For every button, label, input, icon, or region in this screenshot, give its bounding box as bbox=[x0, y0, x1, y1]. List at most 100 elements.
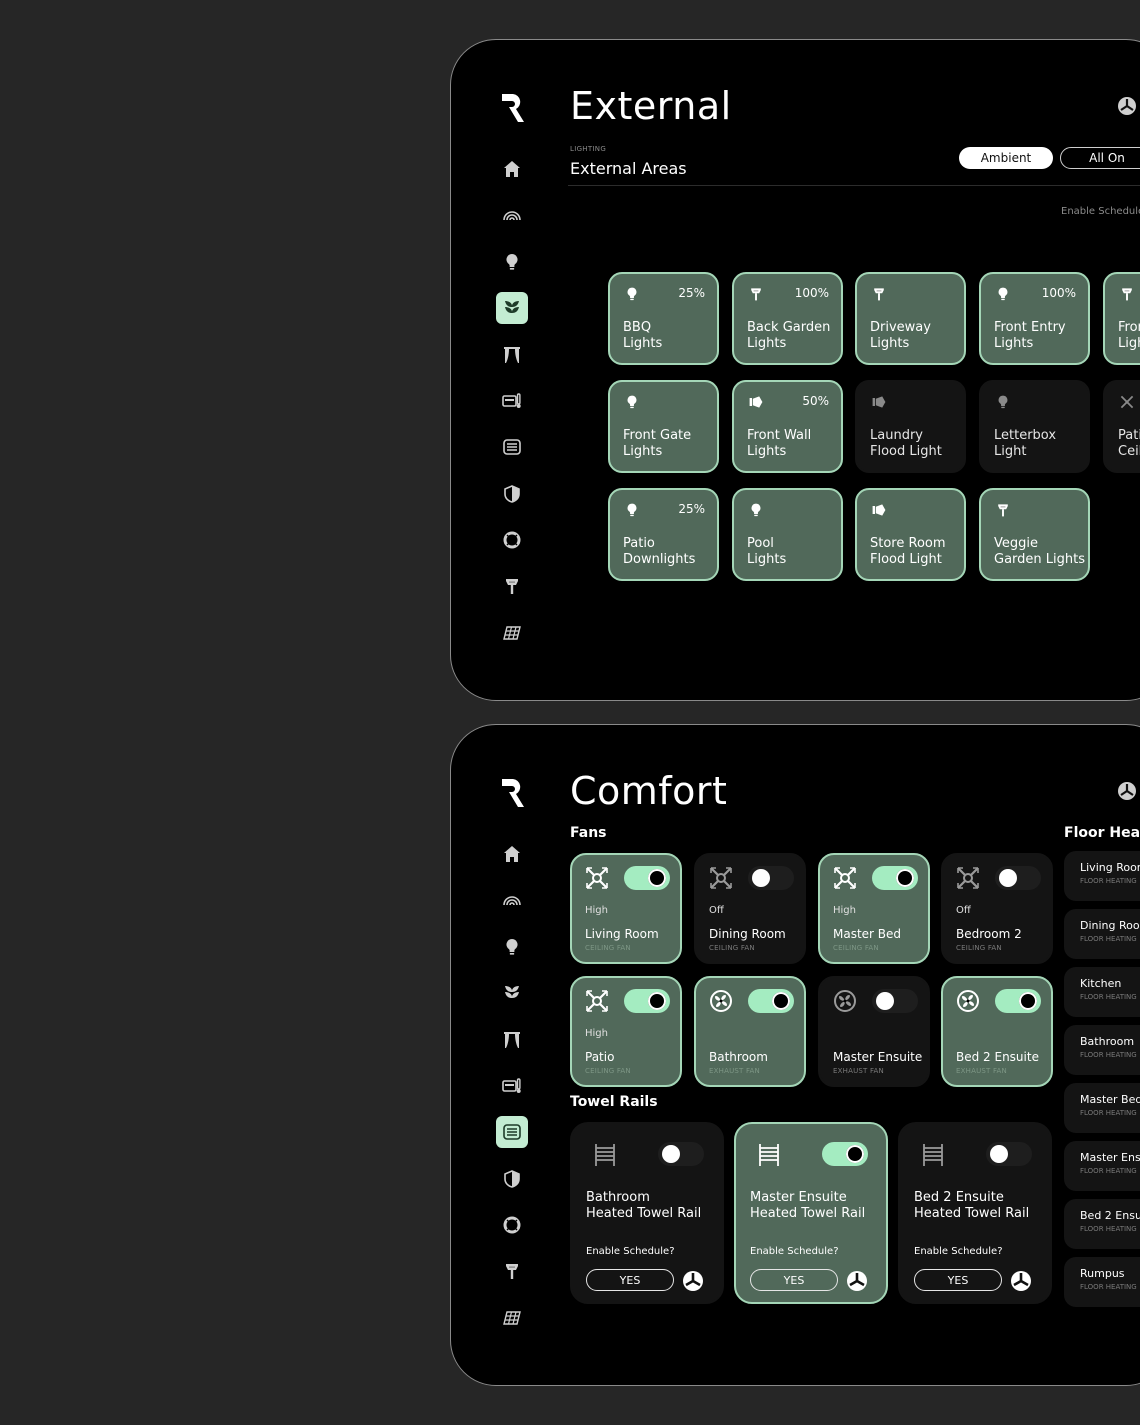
fan-card[interactable]: Off Bedroom 2 CEILING FAN bbox=[941, 853, 1053, 964]
floor-heating-card[interactable]: Rumpus FLOOR HEATING bbox=[1064, 1257, 1140, 1307]
floor-heating-type: FLOOR HEATING bbox=[1080, 1051, 1137, 1059]
floor-heating-card[interactable]: Master Ensu FLOOR HEATING bbox=[1064, 1141, 1140, 1191]
nav-security[interactable] bbox=[496, 1163, 528, 1195]
towel-rail-card[interactable]: Bathroom Heated Towel Rail Enable Schedul… bbox=[570, 1122, 724, 1304]
yes-button[interactable]: YES bbox=[750, 1269, 838, 1291]
fan-toggle[interactable] bbox=[624, 866, 670, 890]
fan-card[interactable]: Master Ensuite EXHAUST FAN bbox=[818, 976, 930, 1087]
nav-lighting[interactable] bbox=[496, 931, 528, 963]
towel-rail-icon bbox=[920, 1142, 946, 1168]
home-icon bbox=[502, 844, 522, 864]
light-name: Fron Ligh bbox=[1118, 320, 1140, 351]
rail-toggle[interactable] bbox=[986, 1142, 1032, 1166]
fan-toggle[interactable] bbox=[995, 989, 1041, 1013]
fan-card[interactable]: High Patio CEILING FAN bbox=[570, 976, 682, 1087]
garden-icon bbox=[502, 983, 522, 1003]
fan-type: CEILING FAN bbox=[956, 944, 1002, 952]
garden-icon bbox=[502, 298, 522, 318]
rail-toggle[interactable] bbox=[658, 1142, 704, 1166]
ceiling-fan-icon bbox=[956, 866, 980, 890]
nav-home[interactable] bbox=[496, 838, 528, 870]
nav-external[interactable] bbox=[496, 292, 528, 324]
nav-garden-lamp[interactable] bbox=[496, 570, 528, 602]
all-on-button[interactable]: All On bbox=[1060, 147, 1140, 169]
light-tile[interactable]: Pool Lights bbox=[732, 488, 843, 581]
fan-toggle[interactable] bbox=[872, 866, 918, 890]
floor-heating-card[interactable]: Living Roon FLOOR HEATING bbox=[1064, 851, 1140, 901]
floor-heating-card[interactable]: Dining Roor FLOOR HEATING bbox=[1064, 909, 1140, 959]
fan-name: Bathroom bbox=[709, 1050, 768, 1064]
light-tile[interactable]: Front Gate Lights bbox=[608, 380, 719, 473]
floor-heating-card[interactable]: Master Bed FLOOR HEATING bbox=[1064, 1083, 1140, 1133]
section-label: LIGHTING bbox=[570, 145, 607, 153]
light-tile[interactable]: Driveway Lights bbox=[855, 272, 966, 365]
bulb-icon bbox=[624, 286, 640, 302]
schedule-icon[interactable] bbox=[1117, 781, 1137, 801]
comfort-panel: Comfort Fans Floor Heati Towel Rails Hig… bbox=[450, 724, 1140, 1386]
light-tile[interactable]: Fron Ligh bbox=[1103, 272, 1140, 365]
nav-security[interactable] bbox=[496, 478, 528, 510]
flood-light-icon bbox=[871, 394, 887, 410]
towel-rail-card[interactable]: Bed 2 Ensuite Heated Towel Rail Enable Sc… bbox=[898, 1122, 1052, 1304]
nav-arch[interactable] bbox=[496, 199, 528, 231]
yes-button[interactable]: YES bbox=[914, 1269, 1002, 1291]
nav-pool[interactable] bbox=[496, 524, 528, 556]
light-tile[interactable]: Pati Ceil bbox=[1103, 380, 1140, 473]
fan-card[interactable]: Bed 2 Ensuite EXHAUST FAN bbox=[941, 976, 1053, 1087]
light-tile[interactable]: 100% Front Entry Lights bbox=[979, 272, 1090, 365]
nav-garden-lamp[interactable] bbox=[496, 1255, 528, 1287]
nav-home[interactable] bbox=[496, 153, 528, 185]
floor-heating-card[interactable]: Bed 2 Ensui FLOOR HEATING bbox=[1064, 1199, 1140, 1249]
light-name: Back Garden Lights bbox=[747, 320, 831, 351]
fan-card[interactable]: Off Dining Room CEILING FAN bbox=[694, 853, 806, 964]
light-tile[interactable]: Veggie Garden Lights bbox=[979, 488, 1090, 581]
floor-heating-name: Rumpus bbox=[1080, 1267, 1125, 1280]
floor-heating-card[interactable]: Bathroom FLOOR HEATING bbox=[1064, 1025, 1140, 1075]
nav-arch[interactable] bbox=[496, 884, 528, 916]
light-level: 25% bbox=[678, 286, 705, 300]
floor-heating-card[interactable]: Kitchen FLOOR HEATING bbox=[1064, 967, 1140, 1017]
fan-toggle[interactable] bbox=[995, 866, 1041, 890]
toggle-knob bbox=[648, 869, 666, 887]
light-tile[interactable]: Laundry Flood Light bbox=[855, 380, 966, 473]
nav-comfort[interactable] bbox=[496, 431, 528, 463]
nav-curtains[interactable] bbox=[496, 339, 528, 371]
schedule-icon bbox=[682, 1270, 704, 1292]
fan-type: EXHAUST FAN bbox=[833, 1067, 884, 1075]
light-tile[interactable]: 50% Front Wall Lights bbox=[732, 380, 843, 473]
fan-toggle[interactable] bbox=[748, 866, 794, 890]
nav-lighting[interactable] bbox=[496, 246, 528, 278]
nav-solar[interactable] bbox=[496, 617, 528, 649]
fan-toggle[interactable] bbox=[748, 989, 794, 1013]
nav-pool[interactable] bbox=[496, 1209, 528, 1241]
fan-card[interactable]: Bathroom EXHAUST FAN bbox=[694, 976, 806, 1087]
light-tile[interactable]: Letterbox Light bbox=[979, 380, 1090, 473]
light-tile[interactable]: Store Room Flood Light bbox=[855, 488, 966, 581]
nav-solar[interactable] bbox=[496, 1302, 528, 1334]
nav-comfort[interactable] bbox=[496, 1116, 528, 1148]
nav-curtains[interactable] bbox=[496, 1024, 528, 1056]
fan-name: Master Ensuite bbox=[833, 1050, 923, 1064]
nav-external[interactable] bbox=[496, 977, 528, 1009]
fan-card[interactable]: High Living Room CEILING FAN bbox=[570, 853, 682, 964]
light-tile[interactable]: 100% Back Garden Lights bbox=[732, 272, 843, 365]
fan-card[interactable]: High Master Bed CEILING FAN bbox=[818, 853, 930, 964]
rail-toggle[interactable] bbox=[822, 1142, 868, 1166]
nav-climate[interactable] bbox=[496, 1070, 528, 1102]
toggle-knob bbox=[772, 992, 790, 1010]
light-name: Veggie Garden Lights bbox=[994, 536, 1085, 567]
light-name: BBQ Lights bbox=[623, 320, 663, 351]
light-tile[interactable]: 25% Patio Downlights bbox=[608, 488, 719, 581]
schedule-icon[interactable] bbox=[1117, 96, 1137, 116]
fan-icon bbox=[1119, 394, 1135, 410]
light-tile[interactable]: 25% BBQ Lights bbox=[608, 272, 719, 365]
nav-climate[interactable] bbox=[496, 385, 528, 417]
fan-toggle[interactable] bbox=[872, 989, 918, 1013]
fan-toggle[interactable] bbox=[624, 989, 670, 1013]
enable-schedule-link[interactable]: Enable Schedule bbox=[1061, 206, 1140, 217]
ambient-button[interactable]: Ambient bbox=[959, 147, 1053, 169]
toggle-knob bbox=[846, 1145, 864, 1163]
pool-icon bbox=[502, 530, 522, 550]
yes-button[interactable]: YES bbox=[586, 1269, 674, 1291]
towel-rail-card[interactable]: Master Ensuite Heated Towel Rail Enable S… bbox=[734, 1122, 888, 1304]
